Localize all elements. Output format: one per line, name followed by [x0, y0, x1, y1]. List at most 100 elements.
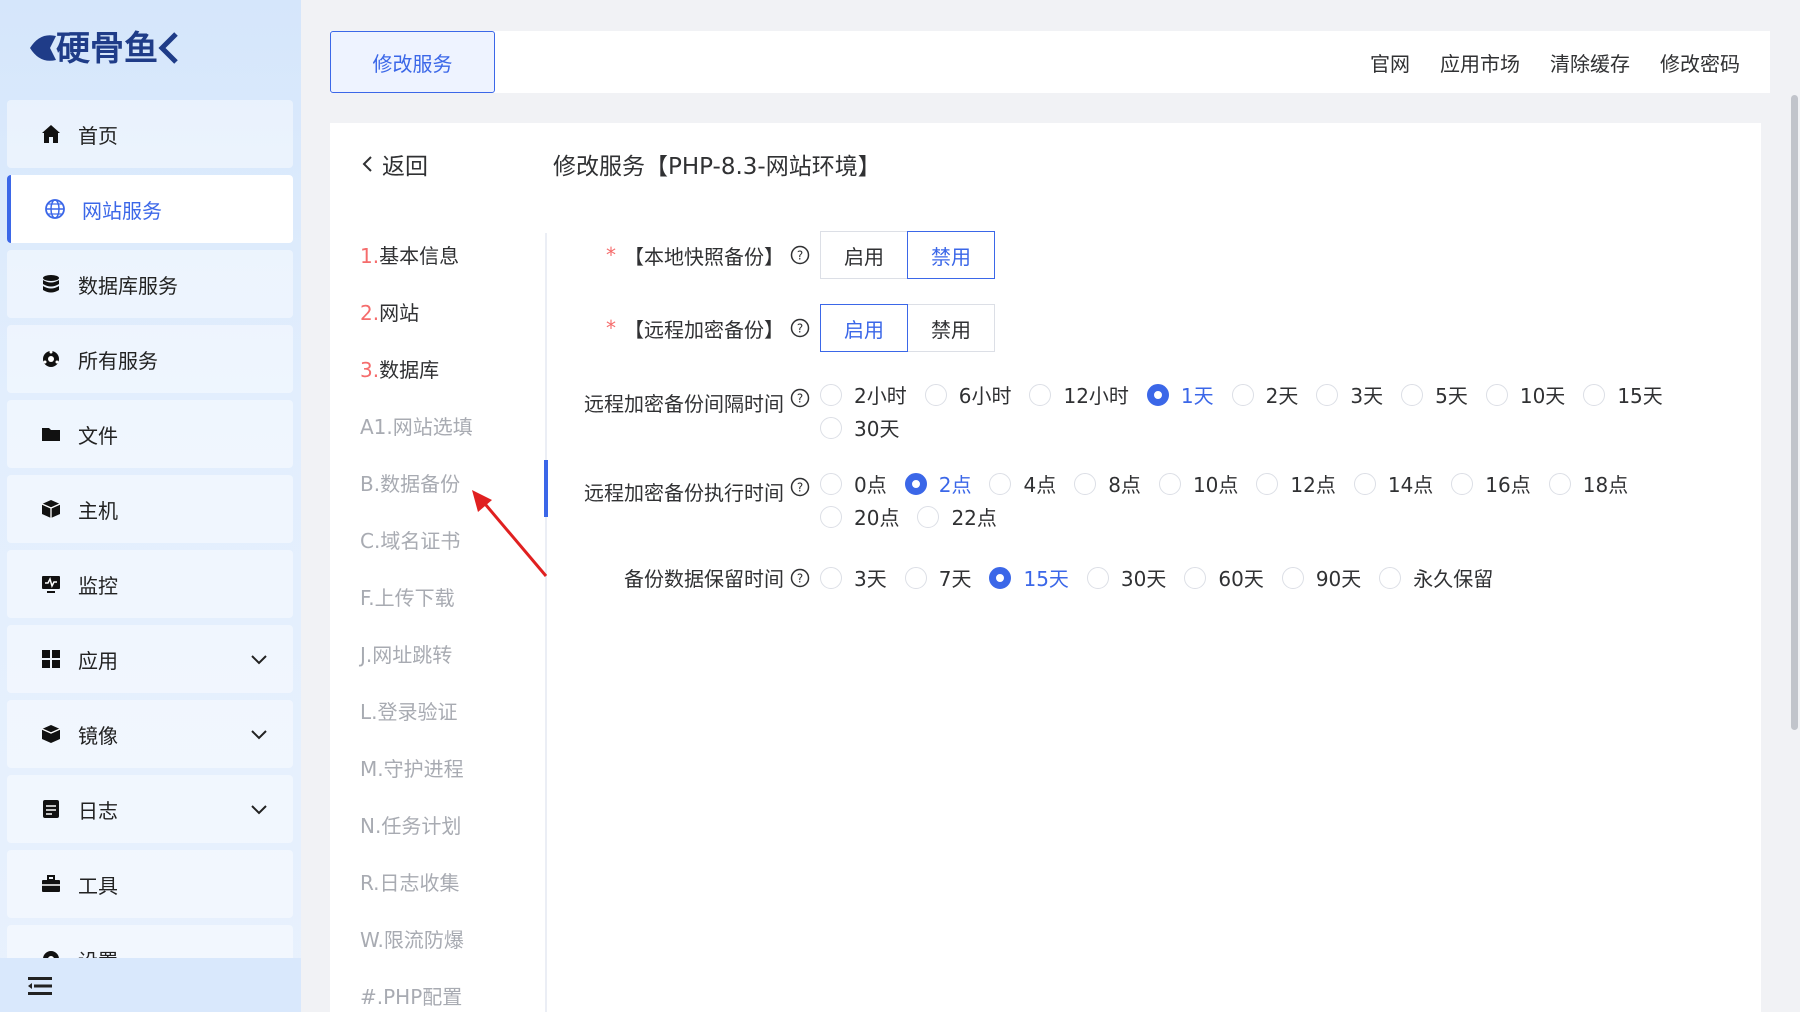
- top-link[interactable]: 官网: [1370, 48, 1410, 77]
- sidebar-item-settings[interactable]: 设置: [7, 925, 293, 958]
- help-icon[interactable]: ?: [790, 318, 810, 338]
- sidebar-item-host[interactable]: 主机: [7, 475, 293, 543]
- sidebar-item-toolbox[interactable]: 工具: [7, 850, 293, 918]
- top-link[interactable]: 修改密码: [1660, 48, 1740, 77]
- collapse-menu-icon[interactable]: [28, 976, 52, 996]
- remote-encrypt-option[interactable]: 启用: [820, 304, 908, 352]
- interval-label: 远程加密备份间隔时间 ?: [580, 378, 820, 422]
- section-nav-item[interactable]: N.任务计划: [360, 798, 540, 855]
- interval-radio[interactable]: 12小时: [1029, 378, 1129, 411]
- sidebar-item-home[interactable]: 首页: [7, 100, 293, 168]
- page-scrollbar[interactable]: [1791, 95, 1798, 730]
- interval-radio[interactable]: 10天: [1485, 378, 1565, 411]
- section-nav-item[interactable]: 2.网站: [360, 285, 540, 342]
- exec-time-radio[interactable]: 8点: [1074, 467, 1141, 500]
- top-link[interactable]: 应用市场: [1440, 48, 1520, 77]
- section-nav-item[interactable]: L.登录验证: [360, 684, 540, 741]
- retention-radio[interactable]: 永久保留: [1379, 561, 1493, 594]
- remote-encrypt-toggle: 启用 禁用: [820, 304, 995, 352]
- help-icon[interactable]: ?: [790, 245, 810, 265]
- section-nav-item[interactable]: W.限流防爆: [360, 912, 540, 969]
- retention-row: 备份数据保留时间 ? 3天 7天 15天 30天 60天 90天 永久保留: [580, 561, 1700, 594]
- radio-circle-icon: [1583, 383, 1606, 406]
- sidebar-item-label: 首页: [78, 123, 118, 148]
- retention-radio[interactable]: 15天: [989, 561, 1069, 594]
- exec-time-row: 远程加密备份执行时间 ? 0点 2点 4点 8点 10点 12点 14点 16点 18点 20点 2…: [580, 467, 1700, 533]
- section-nav-item[interactable]: M.守护进程: [360, 741, 540, 798]
- sidebar-item-label: 设置: [78, 945, 118, 959]
- sidebar-menu: 首页网站服务数据库服务所有服务文件主机监控应用镜像日志工具设置: [7, 100, 293, 958]
- monitor-icon: [42, 576, 60, 593]
- retention-radio[interactable]: 7天: [904, 561, 971, 594]
- radio-circle-icon: [1146, 383, 1169, 406]
- exec-time-radio[interactable]: 18点: [1548, 467, 1628, 500]
- radio-circle-icon: [1316, 383, 1339, 406]
- retention-radio[interactable]: 30天: [1086, 561, 1166, 594]
- svg-text:?: ?: [797, 481, 803, 495]
- interval-radio[interactable]: 5天: [1401, 378, 1468, 411]
- section-nav-item[interactable]: #.PHP配置: [360, 969, 540, 1012]
- section-nav-item[interactable]: 1.基本信息: [360, 228, 540, 285]
- top-link[interactable]: 清除缓存: [1550, 48, 1630, 77]
- exec-time-radio[interactable]: 2点: [904, 467, 971, 500]
- svg-text:?: ?: [797, 249, 803, 263]
- retention-radio[interactable]: 60天: [1184, 561, 1264, 594]
- local-snapshot-option[interactable]: 启用: [820, 231, 908, 279]
- tab-edit-service[interactable]: 修改服务: [330, 31, 495, 93]
- interval-radio[interactable]: 1天: [1146, 378, 1214, 411]
- radio-circle-icon: [917, 505, 940, 528]
- section-nav-item[interactable]: J.网址跳转: [360, 627, 540, 684]
- local-snapshot-label: * 【本地快照备份】 ?: [580, 231, 820, 279]
- remote-encrypt-option[interactable]: 禁用: [907, 304, 995, 352]
- interval-radio[interactable]: 3天: [1316, 378, 1383, 411]
- chevron-left-icon: [362, 156, 372, 172]
- exec-time-radio[interactable]: 14点: [1353, 467, 1433, 500]
- sidebar-item-services[interactable]: 所有服务: [7, 325, 293, 393]
- radio-circle-icon: [1029, 383, 1052, 406]
- sidebar-item-log[interactable]: 日志: [7, 775, 293, 843]
- exec-time-radio[interactable]: 22点: [917, 500, 997, 533]
- section-nav-item[interactable]: R.日志收集: [360, 855, 540, 912]
- exec-time-radio[interactable]: 4点: [989, 467, 1056, 500]
- back-button[interactable]: 返回: [360, 147, 428, 181]
- interval-radio[interactable]: 15天: [1583, 378, 1663, 411]
- retention-radio[interactable]: 90天: [1281, 561, 1361, 594]
- exec-time-radio[interactable]: 20点: [820, 500, 899, 533]
- section-nav-item[interactable]: A1.网站选填: [360, 399, 540, 456]
- exec-time-radio[interactable]: 0点: [820, 467, 887, 500]
- exec-time-radio[interactable]: 12点: [1256, 467, 1336, 500]
- brand-logo[interactable]: 硬骨鱼: [26, 22, 212, 72]
- help-icon[interactable]: ?: [790, 477, 810, 497]
- sidebar-item-folder[interactable]: 文件: [7, 400, 293, 468]
- section-nav: 1.基本信息 2.网站 3.数据库 A1.网站选填 B.数据备份 C.域名证书 F.上传下载…: [360, 228, 540, 1012]
- radio-circle-icon: [1256, 472, 1279, 495]
- exec-time-radio[interactable]: 16点: [1451, 467, 1531, 500]
- interval-radio[interactable]: 2天: [1231, 378, 1298, 411]
- sidebar-item-database[interactable]: 数据库服务: [7, 250, 293, 318]
- retention-radio-group: 3天 7天 15天 30天 60天 90天 永久保留: [820, 561, 1700, 594]
- interval-radio[interactable]: 6小时: [924, 378, 1011, 411]
- chevron-down-icon: [251, 730, 267, 740]
- interval-radio[interactable]: 2小时: [820, 378, 907, 411]
- local-snapshot-toggle: 启用 禁用: [820, 231, 995, 279]
- radio-circle-icon: [1074, 472, 1097, 495]
- sidebar-item-label: 监控: [78, 573, 118, 598]
- sidebar-item-globe[interactable]: 网站服务: [7, 175, 293, 243]
- exec-time-radio[interactable]: 10点: [1158, 467, 1238, 500]
- help-icon[interactable]: ?: [790, 568, 810, 588]
- retention-radio[interactable]: 3天: [820, 561, 887, 594]
- interval-radio-group: 2小时 6小时 12小时 1天 2天 3天 5天 10天 15天 30天: [820, 378, 1700, 444]
- services-icon: [43, 350, 59, 367]
- sidebar-item-apps[interactable]: 应用: [7, 625, 293, 693]
- radio-circle-icon: [904, 566, 927, 589]
- interval-radio[interactable]: 30天: [820, 411, 899, 444]
- sidebar-item-label: 数据库服务: [78, 273, 178, 298]
- sidebar-item-monitor[interactable]: 监控: [7, 550, 293, 618]
- svg-text:?: ?: [797, 322, 803, 336]
- chevron-down-icon: [251, 805, 267, 815]
- section-nav-item[interactable]: 3.数据库: [360, 342, 540, 399]
- sidebar-item-image-box[interactable]: 镜像: [7, 700, 293, 768]
- local-snapshot-option[interactable]: 禁用: [907, 231, 995, 279]
- help-icon[interactable]: ?: [790, 388, 810, 408]
- section-nav-divider: [545, 233, 547, 1012]
